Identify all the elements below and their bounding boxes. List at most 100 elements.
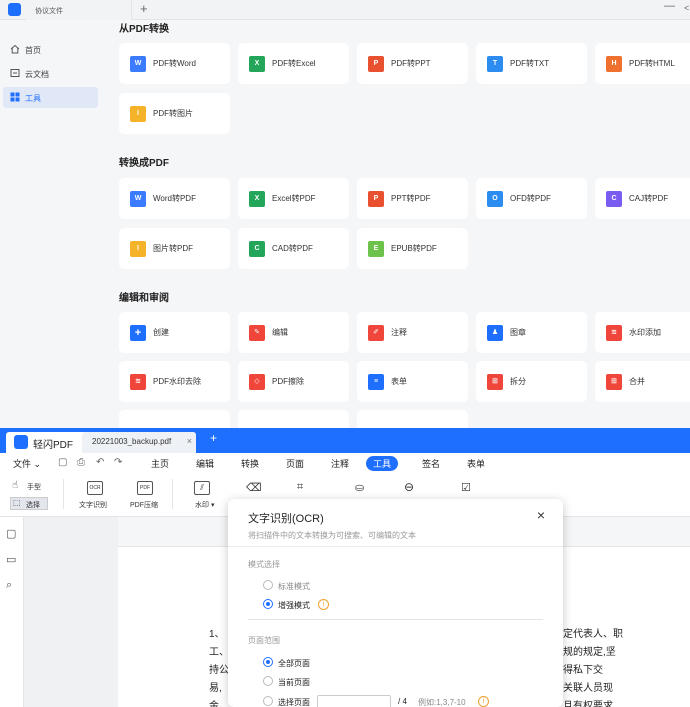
tool-card-partial[interactable]: [357, 410, 468, 428]
hand-tool[interactable]: 手型: [27, 482, 41, 492]
tool-card-ofd-to-pdf[interactable]: O OFD转PDF: [476, 178, 587, 219]
pdf-editor-window: 轻闪PDF 20221003_backup.pdf × + 文件 ⌄ ▢ ⎙ ↶…: [0, 428, 690, 707]
tool-card-add-watermark[interactable]: ≋ 水印添加: [595, 312, 690, 353]
excel-file-icon: X: [249, 56, 265, 72]
menu-annotate[interactable]: 注释: [331, 457, 349, 470]
tool-card-word-to-pdf[interactable]: W Word转PDF: [119, 178, 230, 219]
merge-icon: ⊞: [606, 374, 622, 390]
close-tab-icon[interactable]: ×: [187, 436, 192, 446]
tool-card-label: PDF转TXT: [510, 59, 550, 68]
minimize-button[interactable]: —: [664, 0, 675, 12]
menu-convert[interactable]: 转换: [241, 457, 259, 470]
toolbar-divider: [63, 479, 64, 509]
ofd-file-icon: O: [487, 191, 503, 207]
radio-current-page[interactable]: [263, 676, 273, 686]
compare-icon[interactable]: ⊖: [404, 480, 414, 494]
tool-card-pdf-to-ppt[interactable]: P PDF转PPT: [357, 43, 468, 84]
radio-enhanced-mode[interactable]: [263, 599, 273, 609]
tool-card-label: Excel转PDF: [272, 194, 316, 203]
info-icon[interactable]: i: [318, 599, 329, 610]
save-icon[interactable]: ▢: [58, 457, 67, 468]
menu-form[interactable]: 表单: [467, 457, 485, 470]
ocr-icon[interactable]: OCR: [87, 481, 103, 495]
close-icon[interactable]: ×: [537, 507, 545, 523]
tool-card-pdf-to-image[interactable]: I PDF转图片: [119, 93, 230, 134]
tool-card-image-to-pdf[interactable]: I 图片转PDF: [119, 228, 230, 269]
tool-card-split[interactable]: ⊞ 拆分: [476, 361, 587, 402]
menu-file[interactable]: 文件 ⌄: [13, 457, 41, 470]
tool-card-label: 合并: [629, 377, 645, 386]
watermark-icon[interactable]: ⫽: [194, 481, 210, 495]
tool-card-caj-to-pdf[interactable]: C CAJ转PDF: [595, 178, 690, 219]
current-page-label[interactable]: 当前页面: [278, 677, 310, 688]
info-icon[interactable]: i: [478, 696, 489, 707]
tool-card-annotate[interactable]: ✐ 注释: [357, 312, 468, 353]
page-range-input[interactable]: [317, 695, 391, 707]
menu-tools[interactable]: 工具: [366, 456, 399, 471]
app-tab[interactable]: 轻闪PDF 20221003_backup.pdf ×: [6, 432, 196, 453]
checklist-icon[interactable]: ☑: [461, 481, 471, 494]
watermark-icon: ≋: [606, 325, 622, 341]
menu-edit[interactable]: 编辑: [196, 457, 214, 470]
enhanced-mode-label[interactable]: 增强模式: [278, 600, 310, 611]
document-tab[interactable]: 协议文件: [26, 0, 132, 20]
section-title-from-pdf: 从PDF转换: [119, 24, 169, 35]
tool-card-pdf-to-word[interactable]: W PDF转Word: [119, 43, 230, 84]
edit-pen-icon: ✎: [249, 325, 265, 341]
lock-icon[interactable]: ⛀: [355, 481, 364, 494]
tool-card-pdf-to-txt[interactable]: T PDF转TXT: [476, 43, 587, 84]
tool-card-epub-to-pdf[interactable]: E EPUB转PDF: [357, 228, 468, 269]
redo-icon[interactable]: ↷: [114, 457, 122, 468]
split-icon: ⊞: [487, 374, 503, 390]
sidebar-item-home[interactable]: 首页: [3, 39, 98, 60]
page-total: / 4: [398, 697, 407, 706]
standard-mode-label[interactable]: 标准模式: [278, 581, 310, 592]
sidebar-item-cloud-docs[interactable]: 云文档: [3, 63, 98, 84]
undo-icon[interactable]: ↶: [96, 457, 104, 468]
radio-all-pages[interactable]: [263, 657, 273, 667]
tool-card-stamp[interactable]: ♟ 图章: [476, 312, 587, 353]
thumbnails-icon[interactable]: ▢: [6, 527, 16, 540]
form-icon: ≡: [368, 374, 384, 390]
pdf-compress-icon[interactable]: PDF: [137, 481, 153, 495]
menu-sign[interactable]: 签名: [422, 457, 440, 470]
new-tab-button[interactable]: +: [210, 431, 217, 445]
radio-standard-mode[interactable]: [263, 580, 273, 590]
all-pages-label[interactable]: 全部页面: [278, 658, 310, 669]
crop-icon[interactable]: ⌗: [297, 481, 303, 494]
tool-card-excel-to-pdf[interactable]: X Excel转PDF: [238, 178, 349, 219]
tool-card-cad-to-pdf[interactable]: C CAD转PDF: [238, 228, 349, 269]
tool-card-pdf-to-excel[interactable]: X PDF转Excel: [238, 43, 349, 84]
tool-card-form[interactable]: ≡ 表单: [357, 361, 468, 402]
search-icon[interactable]: ⌕: [6, 579, 12, 592]
watermark-tool-label[interactable]: 水印 ▾: [195, 500, 214, 510]
tool-card-ppt-to-pdf[interactable]: P PPT转PDF: [357, 178, 468, 219]
file-tab[interactable]: 20221003_backup.pdf ×: [82, 432, 196, 453]
compress-tool-label[interactable]: PDF压缩: [130, 500, 158, 510]
tool-card-label: 表单: [391, 377, 407, 386]
tool-card-partial[interactable]: [119, 410, 230, 428]
bookmark-icon[interactable]: ▭: [6, 553, 16, 566]
tool-card-pdf-to-html[interactable]: H PDF转HTML: [595, 43, 690, 84]
sidebar-item-tools[interactable]: 工具: [3, 87, 98, 108]
tool-card-merge[interactable]: ⊞ 合并: [595, 361, 690, 402]
ocr-tool-label[interactable]: 文字识别: [79, 500, 107, 510]
word-file-icon: W: [130, 191, 146, 207]
tool-card-edit[interactable]: ✎ 编辑: [238, 312, 349, 353]
new-tab-button[interactable]: +: [140, 1, 148, 16]
menu-home[interactable]: 主页: [151, 457, 169, 470]
cursor-icon: ⬚: [13, 498, 21, 507]
tool-card-label: OFD转PDF: [510, 194, 551, 203]
menu-page[interactable]: 页面: [286, 457, 304, 470]
tool-card-partial[interactable]: [238, 410, 349, 428]
print-icon[interactable]: ⎙: [77, 457, 85, 468]
eraser-tool-icon[interactable]: ⌫: [246, 481, 262, 494]
select-pages-label[interactable]: 选择页面: [278, 697, 310, 707]
doc-line-left: 1、: [209, 629, 225, 640]
tool-card-create[interactable]: + 创建: [119, 312, 230, 353]
doc-line-left: 工、: [209, 647, 229, 658]
radio-select-pages[interactable]: [263, 696, 273, 706]
tool-card-remove-watermark[interactable]: ≋ PDF水印去除: [119, 361, 230, 402]
window-more-button[interactable]: <: [684, 3, 689, 13]
tool-card-pdf-erase[interactable]: ◇ PDF擦除: [238, 361, 349, 402]
